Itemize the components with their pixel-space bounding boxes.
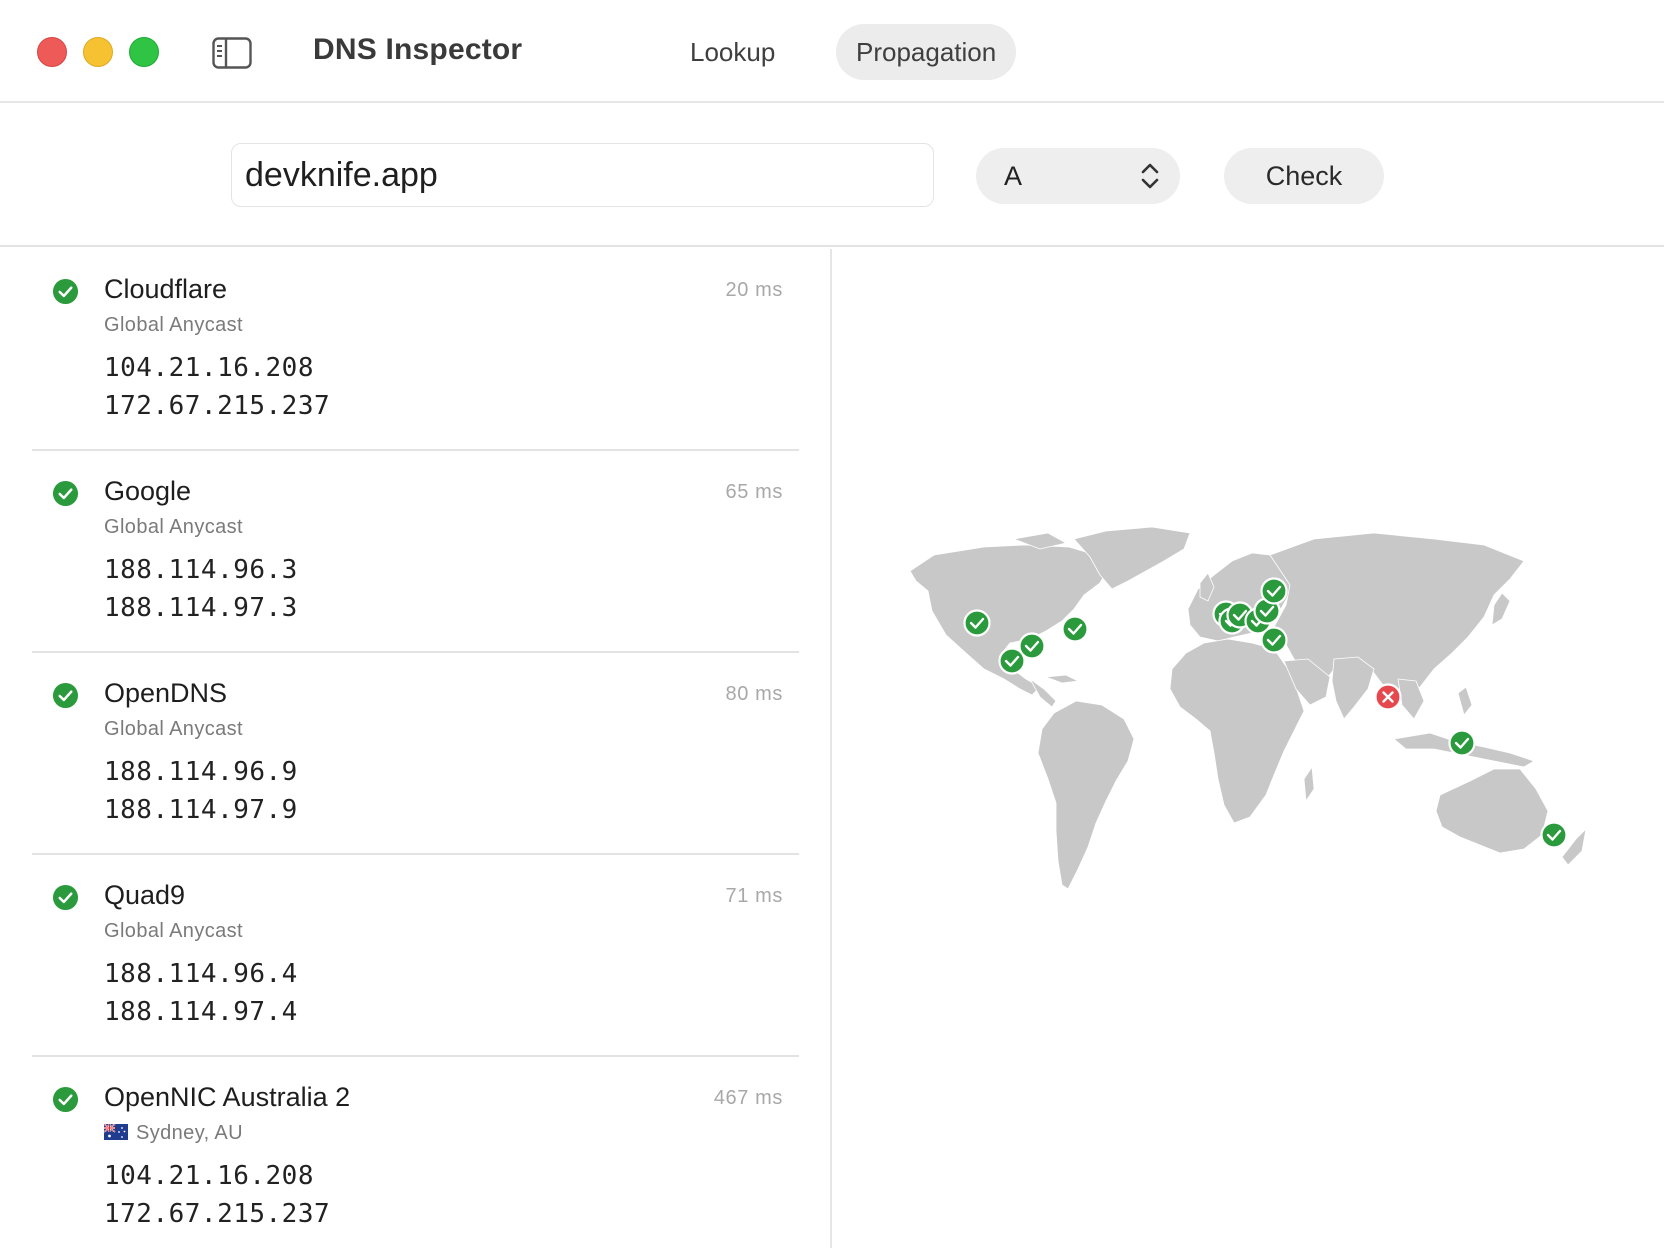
resolver-latency: 20 ms (725, 279, 783, 301)
chevron-up-down-icon (1141, 163, 1159, 189)
tab-lookup[interactable]: Lookup (670, 24, 795, 80)
check-circle-icon (52, 1086, 79, 1113)
record-type-select[interactable]: A (976, 148, 1180, 204)
australia-landmass (1435, 768, 1549, 854)
resolver-row[interactable]: Cloudflare Global Anycast 20 ms 104.21.1… (32, 249, 799, 451)
resolver-row[interactable]: OpenDNS Global Anycast 80 ms 188.114.96.… (32, 653, 799, 855)
tab-propagation[interactable]: Propagation (836, 24, 1017, 80)
query-toolbar: A Check (0, 103, 1664, 247)
resolver-name: Quad9 (104, 880, 186, 910)
resolver-name: OpenDNS (104, 678, 228, 708)
resolved-ip: 188.114.96.3 (104, 555, 298, 585)
resolver-location: Global Anycast (104, 314, 244, 336)
world-map (909, 526, 1587, 890)
resolved-ip: 172.67.215.237 (104, 1199, 331, 1229)
resolver-name: OpenNIC Australia 2 (104, 1082, 351, 1112)
marker-ok-sydney[interactable] (1540, 821, 1568, 849)
australia-flag-icon (104, 1124, 128, 1140)
marker-ok-new-york[interactable] (1061, 615, 1089, 643)
resolved-ip: 188.114.97.4 (104, 997, 298, 1027)
marker-ok-bucharest[interactable] (1260, 626, 1288, 654)
resolved-ip: 188.114.96.9 (104, 757, 298, 787)
sidebar-toggle-icon[interactable] (212, 37, 252, 69)
resolved-ip: 172.67.215.237 (104, 391, 331, 421)
resolver-row[interactable]: OpenNIC Australia 2 Sydney, AU 467 ms 10… (32, 1057, 799, 1248)
app-title: DNS Inspector (313, 33, 523, 66)
africa-landmass (1169, 638, 1305, 824)
resolved-ip: 104.21.16.208 (104, 1161, 314, 1191)
land-masses (909, 526, 1587, 890)
check-circle-icon (52, 278, 79, 305)
check-circle-icon (52, 884, 79, 911)
title-bar: DNS Inspector Lookup Propagation (0, 0, 1664, 103)
resolver-row[interactable]: Google Global Anycast 65 ms 188.114.96.3… (32, 451, 799, 653)
check-circle-icon (52, 682, 79, 709)
south-america-landmass (1037, 700, 1135, 890)
resolver-latency: 71 ms (725, 885, 783, 907)
check-circle-icon (52, 480, 79, 507)
resolver-latency: 80 ms (725, 683, 783, 705)
resolver-location-text: Sydney, AU (136, 1122, 244, 1144)
resolver-name: Cloudflare (104, 274, 228, 304)
marker-ok-seattle[interactable] (963, 609, 991, 637)
resolver-location: Sydney, AU (104, 1122, 243, 1145)
marker-ok-dallas[interactable] (1018, 632, 1046, 660)
resolver-latency: 65 ms (725, 481, 783, 503)
check-button[interactable]: Check (1224, 148, 1384, 204)
resolver-location: Global Anycast (104, 516, 244, 538)
resolver-location: Global Anycast (104, 718, 244, 740)
marker-ok-stockholm[interactable] (1260, 577, 1288, 605)
resolved-ip: 188.114.97.9 (104, 795, 298, 825)
resolver-latency: 467 ms (713, 1087, 783, 1109)
propagation-map[interactable] (834, 249, 1664, 1248)
minimize-window-button[interactable] (83, 37, 113, 67)
resolver-row[interactable]: Quad9 Global Anycast 71 ms 188.114.96.4 … (32, 855, 799, 1057)
close-window-button[interactable] (37, 37, 67, 67)
record-type-value: A (1004, 161, 1023, 191)
marker-ok-singapore[interactable] (1448, 729, 1476, 757)
resolver-location: Global Anycast (104, 920, 244, 942)
maximize-window-button[interactable] (129, 37, 159, 67)
resolved-ip: 188.114.96.4 (104, 959, 298, 989)
resolved-ip: 188.114.97.3 (104, 593, 298, 623)
resolver-name: Google (104, 476, 192, 506)
domain-input[interactable] (231, 143, 934, 207)
marker-failed-india[interactable] (1374, 683, 1402, 711)
resolver-list[interactable]: Cloudflare Global Anycast 20 ms 104.21.1… (0, 249, 832, 1248)
resolved-ip: 104.21.16.208 (104, 353, 314, 383)
